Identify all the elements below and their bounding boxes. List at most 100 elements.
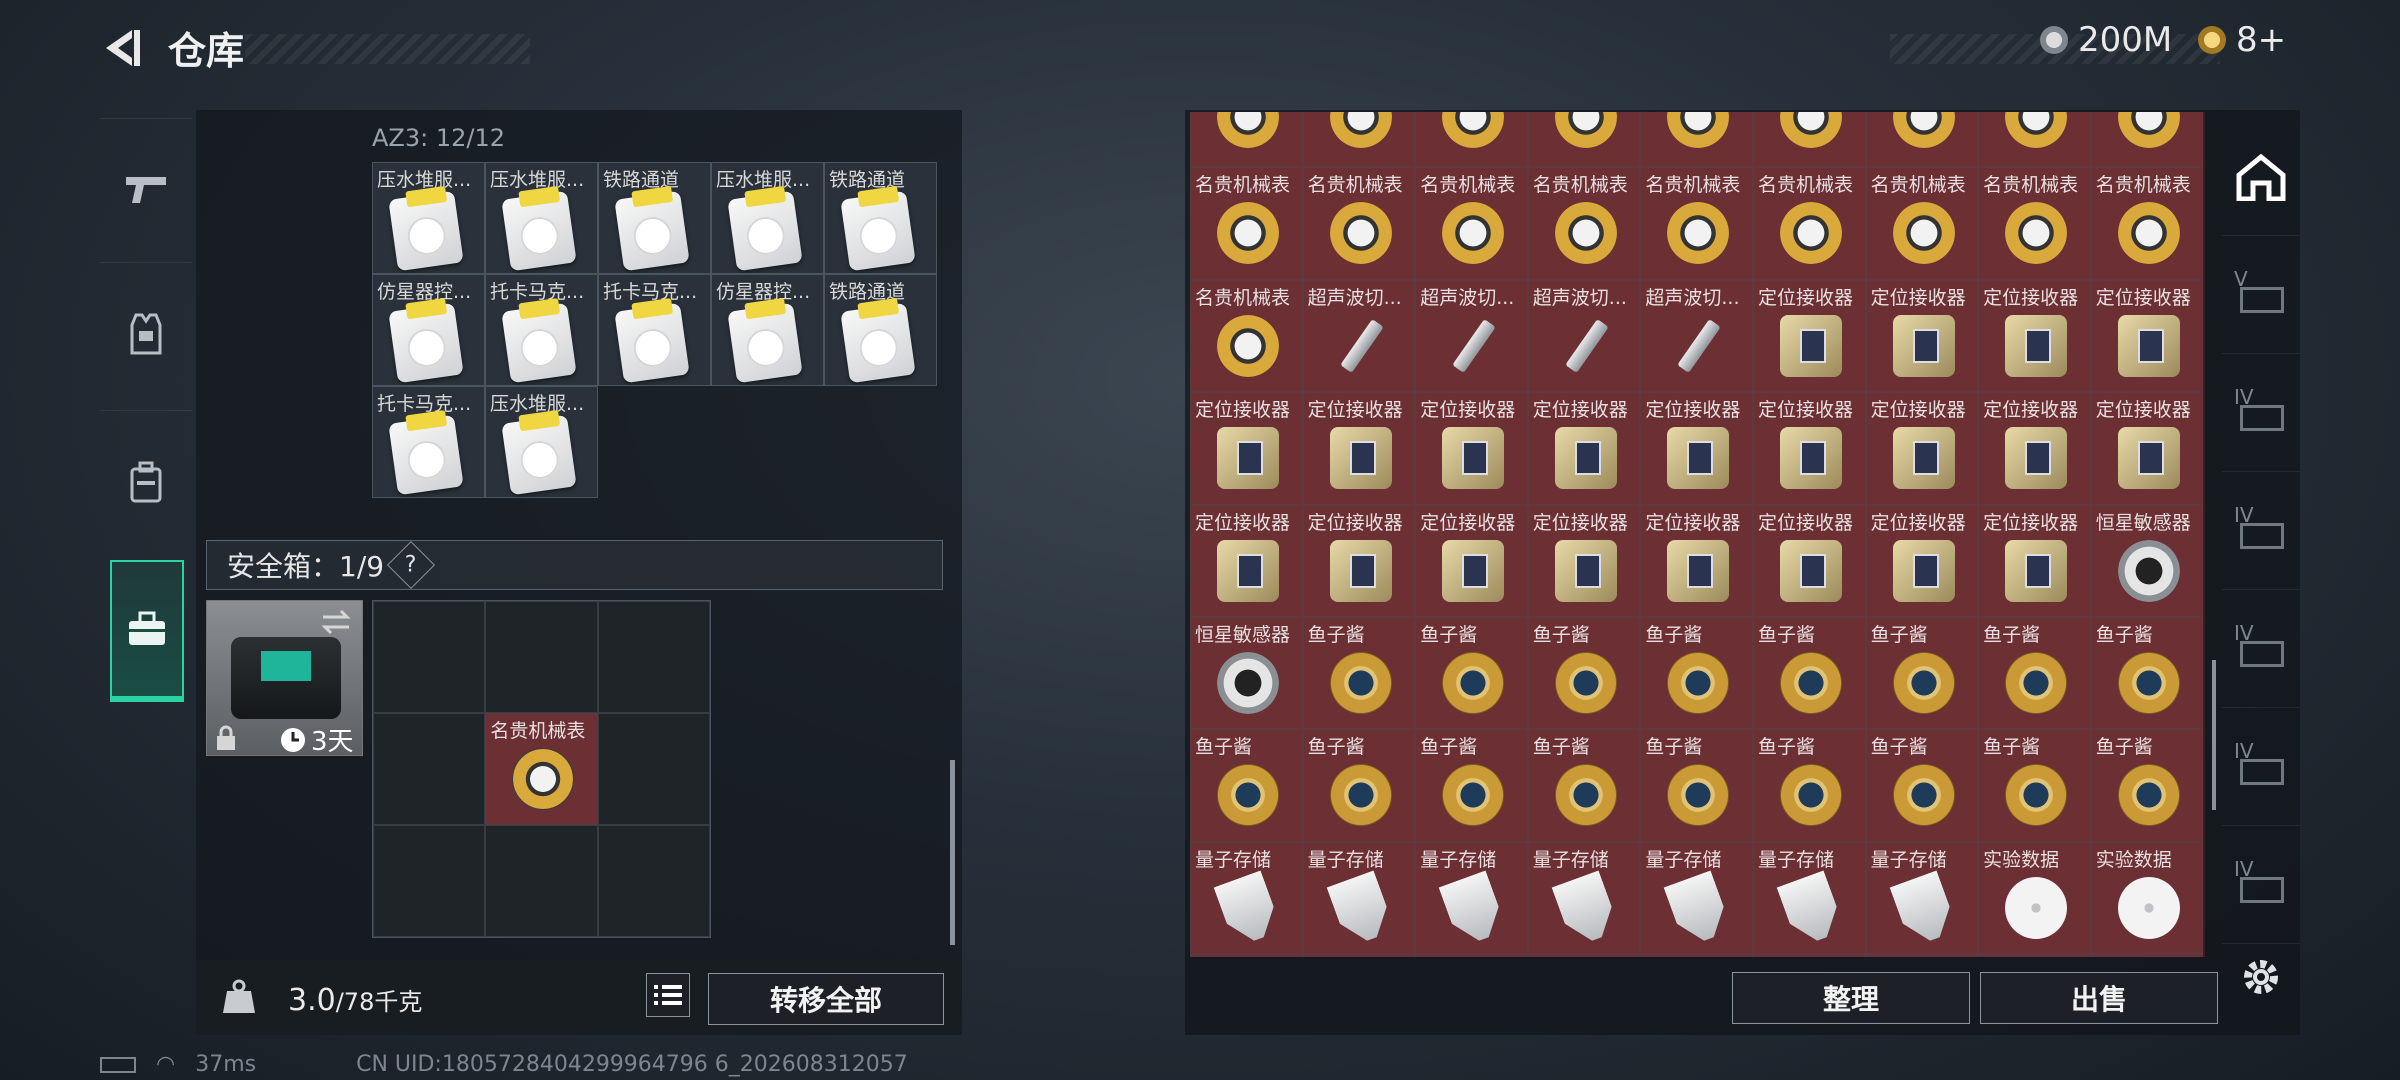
stash-item[interactable]: 三级监狱 xyxy=(1640,954,1753,957)
stash-item[interactable]: 定位接收器 xyxy=(1415,392,1528,505)
stash-item[interactable]: 调控室 xyxy=(1978,954,2091,957)
stash-item[interactable]: 超声波切... xyxy=(1415,279,1528,393)
stash-item[interactable]: 总裁会议室 xyxy=(1527,954,1641,957)
stash-item[interactable]: 鱼子酱 xyxy=(2090,729,2204,842)
stash-item[interactable]: 量子存储 xyxy=(1415,841,1528,955)
container-slot[interactable]: 托卡马克... xyxy=(372,386,485,498)
organize-button[interactable]: 整理 xyxy=(1732,972,1970,1024)
stash-item[interactable]: 定位接收器 xyxy=(1190,392,1303,505)
stash-item[interactable]: 量子存储 xyxy=(1527,841,1641,955)
stash-item[interactable]: 量子存储 xyxy=(1302,841,1416,955)
sell-button[interactable]: 出售 xyxy=(1980,972,2218,1024)
stash-item[interactable]: 量子存储 xyxy=(1640,841,1753,955)
stash-item[interactable]: 鱼子酱 xyxy=(1415,616,1528,730)
stash-item[interactable]: 鱼子酱 xyxy=(1527,616,1641,730)
container-slot[interactable]: 托卡马克... xyxy=(485,274,598,386)
safebox-item[interactable]: 3天 xyxy=(206,600,363,757)
stash-item[interactable]: 名贵机械表 xyxy=(1640,167,1753,280)
nav-armor[interactable] xyxy=(100,262,192,404)
stash-item[interactable]: 定位接收器 xyxy=(1302,504,1416,617)
stash-item[interactable] xyxy=(1978,112,2091,168)
stash-item[interactable] xyxy=(1415,112,1528,168)
swap-icon[interactable] xyxy=(319,609,353,635)
stash-item[interactable]: 鱼子酱 xyxy=(2090,616,2204,730)
nav-safebox[interactable] xyxy=(110,560,184,702)
stash-tab-2[interactable]: IV xyxy=(2222,354,2300,472)
list-view-button[interactable] xyxy=(646,973,690,1017)
stash-item[interactable]: 实验数据 xyxy=(2090,841,2204,955)
stash-tab-4[interactable]: IV xyxy=(2222,590,2300,708)
stash-item[interactable]: 定位接收器 xyxy=(1302,392,1416,505)
stash-item[interactable] xyxy=(1527,112,1641,168)
container-slot[interactable]: 仿星器控... xyxy=(711,274,824,386)
currency-silver[interactable]: 200M xyxy=(2040,20,2172,60)
stash-item[interactable]: 定位接收器 xyxy=(1865,392,1979,505)
currency-gold[interactable]: 8+ xyxy=(2198,20,2286,60)
stash-item[interactable]: 鱼子酱 xyxy=(1190,729,1303,842)
container-slot[interactable]: 铁路通道 xyxy=(824,162,937,274)
stash-tab-5[interactable]: IV xyxy=(2222,708,2300,826)
stash-item[interactable]: 实验数据 xyxy=(1978,841,2091,955)
stash-item[interactable]: 鱼子酱 xyxy=(1752,616,1866,730)
stash-item[interactable]: 鱼子酱 xyxy=(1640,616,1753,730)
stash-tab-1[interactable]: V xyxy=(2222,236,2300,354)
stash-item[interactable]: 名贵机械表 xyxy=(1415,167,1528,280)
container-slot[interactable]: 托卡马克... xyxy=(598,274,711,386)
stash-item[interactable]: 定位接收器 xyxy=(1527,504,1641,617)
stash-item[interactable]: 数据中心 xyxy=(1865,954,1979,957)
stash-tab-0[interactable] xyxy=(2222,118,2300,236)
stash-item[interactable]: 总裁会议室 xyxy=(1415,954,1528,957)
stash-item[interactable]: 定位接收器 xyxy=(1190,504,1303,617)
stash-item[interactable]: 名贵机械表 xyxy=(1302,167,1416,280)
stash-item[interactable]: 调控室 xyxy=(2090,954,2204,957)
stash-item[interactable]: 名贵机械表 xyxy=(1865,167,1979,280)
stash-item[interactable]: 鱼子酱 xyxy=(1527,729,1641,842)
stash-item[interactable] xyxy=(1190,112,1303,168)
container-slot[interactable]: 压水堆服... xyxy=(711,162,824,274)
stash-item[interactable]: 定位接收器 xyxy=(1752,279,1866,393)
stash-item[interactable]: 定位接收器 xyxy=(1978,279,2091,393)
stash-tab-6[interactable]: IV xyxy=(2222,826,2300,944)
left-scrollbar[interactable] xyxy=(950,760,955,945)
stash-item[interactable] xyxy=(1302,112,1416,168)
transfer-all-button[interactable]: 转移全部 xyxy=(708,973,944,1025)
stash-item[interactable] xyxy=(1752,112,1866,168)
stash-item[interactable]: 鱼子酱 xyxy=(1302,616,1416,730)
stash-item[interactable]: 鱼子酱 xyxy=(1640,729,1753,842)
stash-item[interactable]: 定位接收器 xyxy=(1865,279,1979,393)
stash-item[interactable]: 名贵机械表 xyxy=(1190,279,1303,393)
safebox-slot-item[interactable]: 名贵机械表 xyxy=(485,713,598,825)
stash-item[interactable]: 定位接收器 xyxy=(2090,279,2204,393)
stash-item[interactable]: 量子存储 xyxy=(1865,841,1979,955)
stash-item[interactable]: 定位接收器 xyxy=(1640,504,1753,617)
stash-item[interactable]: 鱼子酱 xyxy=(1415,729,1528,842)
stash-item[interactable] xyxy=(1865,112,1979,168)
stash-item[interactable]: 名贵机械表 xyxy=(1190,167,1303,280)
stash-item[interactable]: 定位接收器 xyxy=(2090,392,2204,505)
nav-backpack[interactable] xyxy=(100,410,192,552)
stash-item[interactable]: 量子存储 xyxy=(1190,841,1303,955)
stash-tab-3[interactable]: IV xyxy=(2222,472,2300,590)
stash-item[interactable]: 名贵机械表 xyxy=(1978,167,2091,280)
stash-item[interactable]: 量子存储 xyxy=(1752,841,1866,955)
stash-item[interactable]: 恒星敏感器 xyxy=(1190,616,1303,730)
stash-item[interactable]: 超声波切... xyxy=(1527,279,1641,393)
stash-item[interactable]: 鱼子酱 xyxy=(1865,729,1979,842)
container-slot[interactable]: 铁路通道 xyxy=(824,274,937,386)
stash-item[interactable] xyxy=(2090,112,2204,168)
stash-item[interactable]: 定位接收器 xyxy=(1978,392,2091,505)
stash-item[interactable]: 恒星敏感器 xyxy=(2090,504,2204,617)
container-slot[interactable]: 铁路通道 xyxy=(598,162,711,274)
stash-item[interactable]: 鱼子酱 xyxy=(1302,729,1416,842)
stash-item[interactable]: 数据中心 xyxy=(1752,954,1866,957)
settings-button[interactable] xyxy=(2236,952,2286,1002)
stash-scrollbar[interactable] xyxy=(2212,660,2216,810)
stash-item[interactable]: 名贵机械表 xyxy=(1527,167,1641,280)
stash-item[interactable] xyxy=(1640,112,1753,168)
stash-item[interactable]: 定位接收器 xyxy=(1752,392,1866,505)
stash-item[interactable]: 实验数据 xyxy=(1190,954,1303,957)
stash-item[interactable]: 超声波切... xyxy=(1640,279,1753,393)
nav-weapon[interactable] xyxy=(100,118,192,260)
back-button[interactable] xyxy=(100,26,144,70)
stash-item[interactable]: 定位接收器 xyxy=(1752,504,1866,617)
